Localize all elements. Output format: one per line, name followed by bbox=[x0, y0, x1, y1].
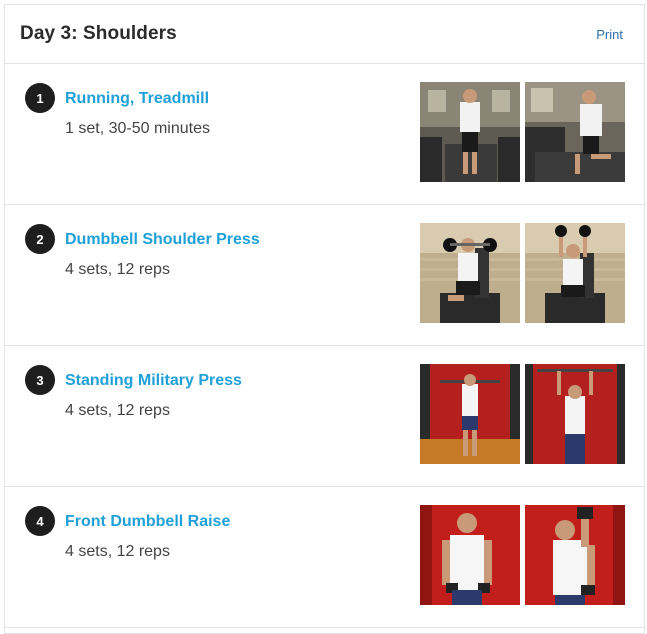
exercise-photo-start[interactable] bbox=[420, 505, 520, 605]
exercise-name-link[interactable]: Front Dumbbell Raise bbox=[65, 513, 230, 531]
exercise-thumbnails bbox=[420, 505, 625, 605]
exercise-name-link[interactable]: Standing Military Press bbox=[65, 372, 242, 390]
exercise-row: 4 Front Dumbbell Raise 4 sets, 12 reps bbox=[5, 487, 644, 628]
card-header: Day 3: Shoulders Print bbox=[5, 5, 644, 64]
exercise-sets-reps: 4 sets, 12 reps bbox=[65, 261, 170, 278]
exercise-sets-reps: 4 sets, 12 reps bbox=[65, 543, 170, 560]
exercise-row: 1 Running, Treadmill 1 set, 30-50 minute… bbox=[5, 64, 644, 205]
exercise-row: 2 Dumbbell Shoulder Press 4 sets, 12 rep… bbox=[5, 205, 644, 346]
exercise-photo-start[interactable] bbox=[420, 364, 520, 464]
page-title: Day 3: Shoulders bbox=[20, 23, 177, 44]
exercise-sets-reps: 1 set, 30-50 minutes bbox=[65, 120, 210, 137]
exercise-number-badge: 3 bbox=[25, 365, 55, 395]
exercise-thumbnails bbox=[420, 223, 625, 323]
print-link[interactable]: Print bbox=[596, 27, 623, 42]
exercise-photo-end[interactable] bbox=[525, 223, 625, 323]
exercise-number-badge: 2 bbox=[25, 224, 55, 254]
exercise-photo-start[interactable] bbox=[420, 223, 520, 323]
exercise-number-badge: 4 bbox=[25, 506, 55, 536]
exercise-row: 3 Standing Military Press 4 sets, 12 rep… bbox=[5, 346, 644, 487]
exercise-thumbnails bbox=[420, 364, 625, 464]
exercise-photo-end[interactable] bbox=[525, 82, 625, 182]
exercise-name-link[interactable]: Running, Treadmill bbox=[65, 90, 209, 108]
exercise-sets-reps: 4 sets, 12 reps bbox=[65, 402, 170, 419]
workout-day-card: Day 3: Shoulders Print 1 Running, Treadm… bbox=[4, 4, 645, 634]
exercise-photo-end[interactable] bbox=[525, 364, 625, 464]
exercise-name-link[interactable]: Dumbbell Shoulder Press bbox=[65, 231, 260, 249]
exercise-photo-end[interactable] bbox=[525, 505, 625, 605]
exercise-number-badge: 1 bbox=[25, 83, 55, 113]
exercise-photo-start[interactable] bbox=[420, 82, 520, 182]
exercise-thumbnails bbox=[420, 82, 625, 182]
